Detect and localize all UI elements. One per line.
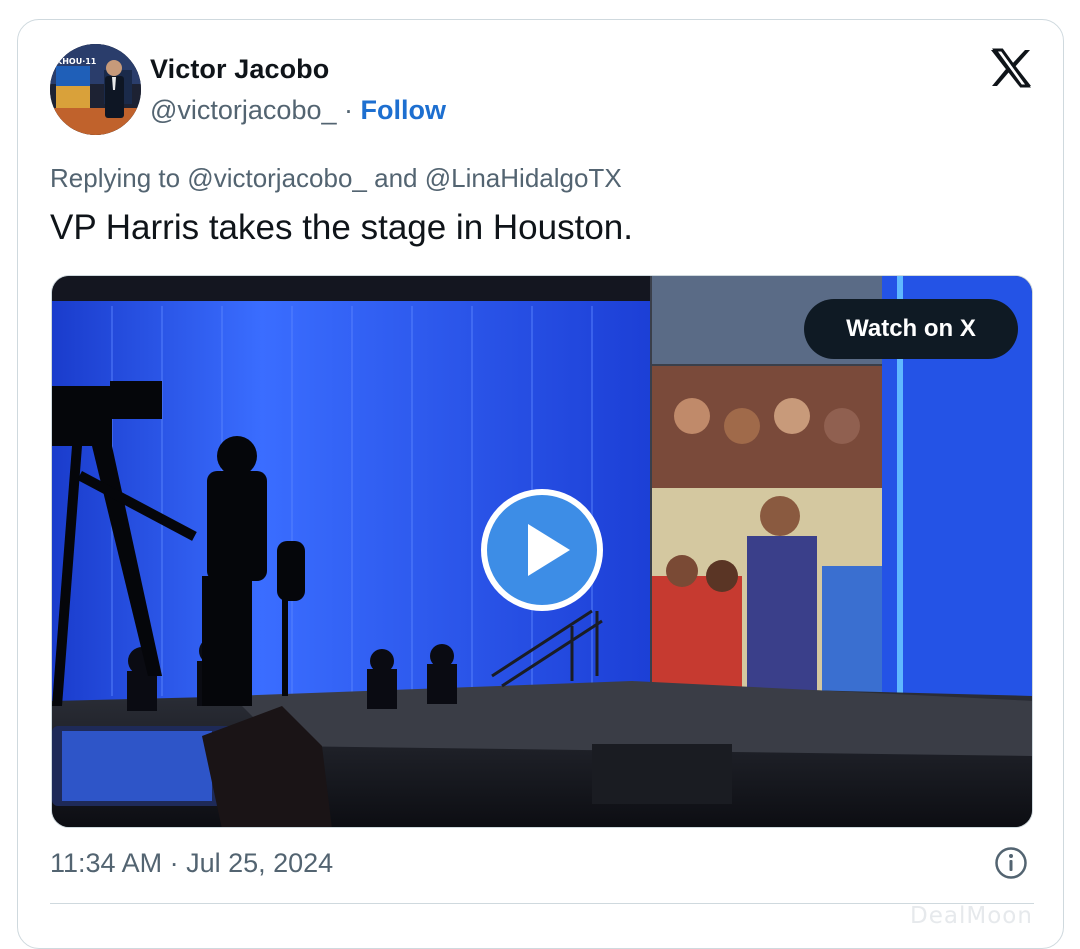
x-logo-icon[interactable] bbox=[989, 48, 1033, 88]
reply-context: Replying to @victorjacobo_ and @LinaHida… bbox=[50, 163, 622, 193]
follow-button[interactable]: Follow bbox=[361, 95, 446, 125]
info-icon[interactable] bbox=[994, 846, 1028, 880]
avatar[interactable]: KHOU·11 bbox=[50, 44, 141, 135]
author-handle-line: @victorjacobo_ · Follow bbox=[150, 95, 446, 126]
play-icon[interactable] bbox=[480, 488, 604, 612]
svg-text:KHOU·11: KHOU·11 bbox=[56, 57, 97, 66]
divider bbox=[50, 903, 1034, 904]
handle-separator: · bbox=[336, 95, 361, 125]
author-handle[interactable]: @victorjacobo_ bbox=[150, 95, 337, 125]
author-name[interactable]: Victor Jacobo bbox=[150, 54, 329, 85]
timestamp[interactable]: 11:34 AM · Jul 25, 2024 bbox=[50, 848, 333, 879]
watermark: DealMoon bbox=[910, 903, 1033, 929]
watch-on-x-button[interactable]: Watch on X bbox=[804, 299, 1018, 359]
tweet-text: VP Harris takes the stage in Houston. bbox=[50, 208, 633, 247]
